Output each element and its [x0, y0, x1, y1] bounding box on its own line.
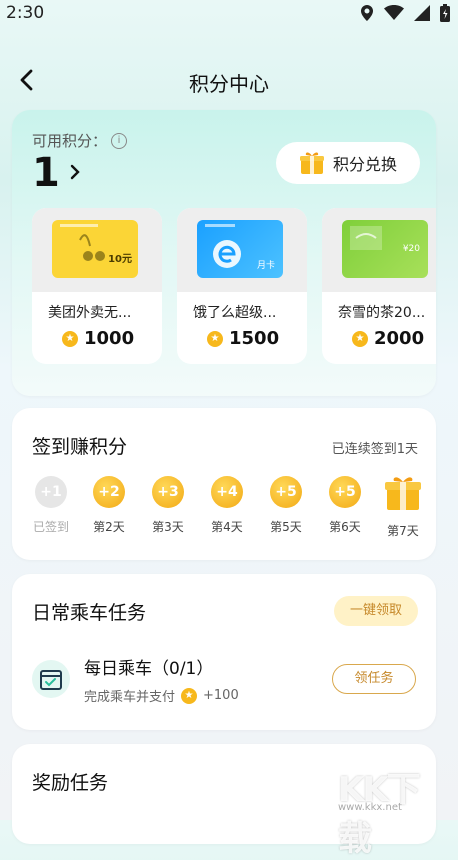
status-icons — [360, 4, 450, 22]
gift-box-icon — [299, 152, 324, 174]
checkin-card: 签到赚积分 已连续签到1天 +1 已签到 +2 第2天 +3 第3天 +4 第4… — [12, 408, 436, 560]
checkin-day[interactable]: 第7天 — [378, 476, 428, 539]
checkin-day-badge: +5 — [270, 476, 302, 508]
task-title: 每日乘车（0/1） — [84, 659, 214, 679]
task-icon-wrap — [32, 660, 70, 698]
reward-cost: 2000 — [352, 328, 424, 349]
task-desc: 完成乘车并支付 — [84, 690, 176, 705]
reward-name: 美团外卖无... — [48, 305, 132, 321]
reward-card-text: 10元 — [108, 254, 132, 265]
task-reward: +100 — [203, 688, 239, 703]
ride-tasks-title-text: 日常乘车任务 — [32, 602, 147, 624]
reward-card-text: 月卡 — [256, 261, 275, 271]
reward-card-text: ¥20 — [402, 244, 420, 254]
checkin-day-label: 第3天 — [152, 520, 184, 534]
checkin-days: +1 已签到 +2 第2天 +3 第3天 +4 第4天 +5 第5天 +5 第6… — [26, 476, 426, 546]
location-icon — [361, 5, 373, 21]
status-bar: 2:30 — [0, 0, 458, 28]
ride-tasks-card: 日常乘车任务 一键领取 每日乘车（0/1） 完成乘车并支付 +100 领任务 — [12, 574, 436, 730]
nayuki-card-image: ¥20 — [342, 220, 428, 278]
meituan-card-image: 10元 — [52, 220, 138, 278]
signal-icon — [414, 5, 430, 21]
checkin-day-badge: +2 — [93, 476, 125, 508]
info-icon[interactable]: i — [111, 132, 128, 149]
checkin-day[interactable]: +1 已签到 — [26, 476, 76, 535]
checkin-day[interactable]: +2 第2天 — [84, 476, 134, 535]
reward-image: ¥20 — [322, 208, 436, 292]
reward-cost-value: 1500 — [229, 328, 280, 349]
reward-item[interactable]: 10元 美团外卖无... 1000 — [32, 208, 162, 364]
coin-icon — [352, 330, 368, 347]
reward-cost-value: 1000 — [84, 328, 135, 349]
eleme-card-image: 月卡 — [197, 220, 283, 278]
reward-image: 月卡 — [177, 208, 307, 292]
status-time: 2:30 — [6, 3, 45, 23]
checkin-day-badge: +4 — [211, 476, 243, 508]
checkin-day[interactable]: +4 第4天 — [202, 476, 252, 535]
points-label-row: 可用积分： i — [32, 130, 128, 151]
points-label: 可用积分： — [32, 132, 108, 150]
coin-icon — [181, 687, 198, 704]
checkin-day-badge: +1 — [35, 476, 67, 508]
checkin-title-text: 签到赚积分 — [32, 436, 128, 458]
checkin-day-label: 第5天 — [270, 520, 302, 534]
page-title: 积分中心 — [189, 72, 269, 96]
reward-item[interactable]: ¥20 奈雪的茶20... 2000 — [322, 208, 436, 364]
coin-icon — [62, 330, 78, 347]
checkin-day-label: 第2天 — [93, 520, 125, 534]
bonus-tasks-title-text: 奖励任务 — [32, 772, 109, 794]
checkin-day[interactable]: +5 第6天 — [320, 476, 370, 535]
watermark-url: www.kkx.net — [338, 802, 402, 813]
reward-cost: 1500 — [207, 328, 279, 349]
checkin-day-badge: +3 — [152, 476, 184, 508]
points-value[interactable]: 1 — [32, 150, 60, 196]
checkin-status: 已连续签到1天 — [331, 442, 418, 457]
coin-icon — [207, 330, 223, 347]
checkin-day-label: 第7天 — [387, 524, 419, 538]
calendar-check-icon — [40, 670, 62, 690]
wifi-icon — [384, 5, 404, 20]
checkin-title: 签到赚积分 — [32, 432, 128, 461]
watermark: KK下载 www.kkx.net — [338, 762, 434, 859]
rewards-list: 10元 美团外卖无... 1000 月卡 饿了么超级... 1500 — [32, 208, 436, 364]
points-exchange-label: 积分兑换 — [332, 155, 397, 174]
ride-tasks-title: 日常乘车任务 — [32, 598, 147, 627]
reward-name: 饿了么超级... — [193, 305, 277, 321]
reward-name: 奈雪的茶20... — [338, 305, 426, 321]
checkin-day-label: 第6天 — [329, 520, 361, 534]
reward-cost-value: 2000 — [374, 328, 425, 349]
reward-cost: 1000 — [62, 328, 134, 349]
points-card: 可用积分： i 1 积分兑换 10元 美团外卖无... 1000 — [12, 110, 436, 396]
battery-icon — [440, 4, 450, 22]
claim-all-button[interactable]: 一键领取 — [334, 596, 418, 626]
accept-task-button[interactable]: 领任务 — [332, 664, 416, 694]
nav-bar: 积分中心 — [0, 58, 458, 104]
bonus-tasks-title: 奖励任务 — [32, 768, 109, 797]
task-desc-row: 完成乘车并支付 +100 — [84, 686, 239, 705]
checkin-day[interactable]: +5 第5天 — [261, 476, 311, 535]
checkin-day-badge: +5 — [329, 476, 361, 508]
checkin-day-label: 第4天 — [211, 520, 243, 534]
checkin-day[interactable]: +3 第3天 — [143, 476, 193, 535]
checkin-day-label: 已签到 — [32, 520, 69, 534]
reward-item[interactable]: 月卡 饿了么超级... 1500 — [177, 208, 307, 364]
chevron-right-icon[interactable] — [68, 162, 82, 186]
gift-box-icon — [385, 477, 421, 510]
points-exchange-button[interactable]: 积分兑换 — [276, 142, 420, 184]
reward-image: 10元 — [32, 208, 162, 292]
